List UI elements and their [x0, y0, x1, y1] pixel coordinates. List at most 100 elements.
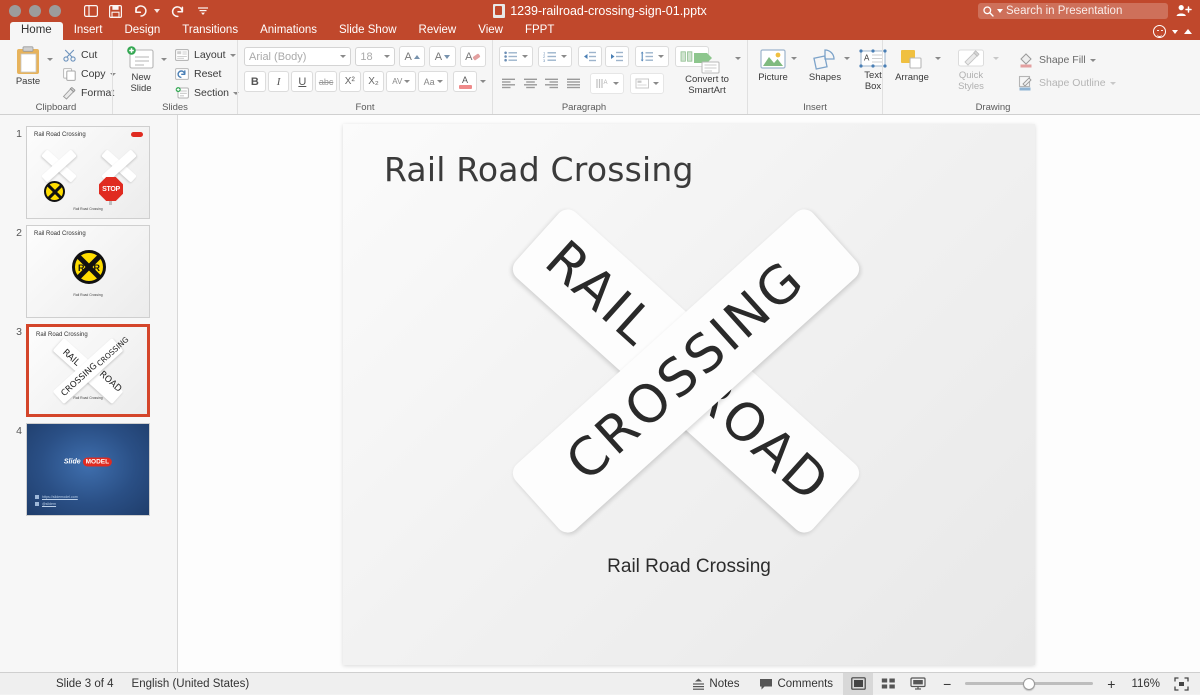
section-button[interactable]: Section [172, 84, 241, 102]
search-scope-dropdown-icon[interactable] [997, 9, 1003, 13]
convert-to-smartart-button[interactable]: Convert to SmartArt [679, 49, 735, 96]
clear-formatting-button[interactable]: A [459, 46, 486, 67]
cut-button[interactable]: Cut [59, 46, 118, 64]
fit-to-window-button[interactable] [1168, 673, 1194, 695]
align-right-button[interactable] [543, 73, 562, 94]
tab-view[interactable]: View [467, 22, 514, 40]
picture-button[interactable]: Picture [754, 47, 792, 83]
text-direction-button[interactable]: A [591, 74, 613, 93]
sidebar-toggle-icon[interactable] [83, 4, 98, 19]
maximize-window-button[interactable] [49, 5, 61, 17]
crossbuck-graphic[interactable]: RAIL ROAD CROSSING [476, 196, 896, 546]
customize-qat-icon[interactable] [195, 4, 210, 19]
quick-styles-button[interactable]: Quick Styles [949, 47, 993, 92]
font-name-dropdown-icon[interactable] [340, 55, 347, 58]
paste-button[interactable]: Paste [6, 45, 50, 87]
view-slideshow-button[interactable] [903, 673, 933, 695]
arrange-dropdown-icon[interactable] [935, 57, 941, 60]
justify-button[interactable] [564, 73, 583, 94]
search-input[interactable]: Search in Presentation [978, 3, 1168, 19]
underline-button[interactable]: U [291, 71, 314, 92]
notes-button[interactable]: Notes [682, 673, 749, 695]
shape-outline-dropdown-icon[interactable] [1109, 81, 1116, 85]
character-spacing-dropdown-icon[interactable] [404, 80, 411, 83]
italic-button[interactable]: I [267, 71, 290, 92]
line-spacing-dropdown-icon[interactable] [658, 55, 664, 58]
format-painter-button[interactable]: Format [59, 84, 118, 102]
tab-home[interactable]: Home [10, 22, 63, 40]
align-text-dropdown-icon[interactable] [653, 82, 659, 85]
tab-review[interactable]: Review [408, 22, 468, 40]
layout-button[interactable]: Layout [172, 46, 241, 64]
font-color-dropdown-icon[interactable] [480, 80, 486, 83]
slide-thumbnail-pane[interactable]: 1 Rail Road Crossing STOP Rail Road Cros… [0, 115, 178, 672]
save-icon[interactable] [108, 4, 123, 19]
tab-animations[interactable]: Animations [249, 22, 328, 40]
align-text-button[interactable] [631, 74, 653, 93]
arrange-button[interactable]: Arrange [889, 47, 935, 83]
slide-title[interactable]: Rail Road Crossing [384, 150, 694, 189]
tab-design[interactable]: Design [113, 22, 171, 40]
undo-icon[interactable] [133, 4, 148, 19]
feedback-dropdown-icon[interactable] [1172, 29, 1178, 34]
thumbnail-slide-4[interactable]: 4 Slide MODEL https://slidemodel.com @sl… [0, 420, 177, 519]
font-name-input[interactable]: Arial (Body) [244, 47, 352, 66]
thumbnail-frame-4[interactable]: Slide MODEL https://slidemodel.com @slid… [26, 423, 150, 516]
undo-dropdown-icon[interactable] [154, 9, 160, 13]
tab-slide-show[interactable]: Slide Show [328, 22, 408, 40]
thumbnail-slide-1[interactable]: 1 Rail Road Crossing STOP Rail Road Cros… [0, 123, 177, 222]
shapes-dropdown-icon[interactable] [844, 57, 850, 60]
feedback-smiley-icon[interactable] [1153, 25, 1166, 38]
font-color-button[interactable]: A [453, 71, 477, 92]
view-slide-sorter-button[interactable] [873, 673, 903, 695]
reset-button[interactable]: Reset [172, 65, 241, 83]
bold-button[interactable]: B [244, 71, 266, 92]
tab-transitions[interactable]: Transitions [171, 22, 249, 40]
tab-insert[interactable]: Insert [63, 22, 114, 40]
bullets-button[interactable] [500, 47, 522, 66]
language-indicator[interactable]: English (United States) [132, 678, 250, 690]
view-normal-button[interactable] [843, 672, 874, 695]
zoom-out-button[interactable]: − [933, 677, 957, 691]
strikethrough-button[interactable]: abc [315, 71, 337, 92]
tab-fppt[interactable]: FPPT [514, 22, 565, 40]
zoom-in-button[interactable]: + [1101, 677, 1123, 691]
zoom-slider-handle[interactable] [1023, 677, 1036, 690]
bullets-dropdown-icon[interactable] [522, 55, 528, 58]
align-left-button[interactable] [499, 73, 518, 94]
close-window-button[interactable] [9, 5, 21, 17]
superscript-button[interactable]: X² [338, 71, 361, 92]
slide-caption[interactable]: Rail Road Crossing [343, 556, 1035, 578]
zoom-slider[interactable] [965, 677, 1094, 690]
picture-dropdown-icon[interactable] [791, 57, 797, 60]
numbering-dropdown-icon[interactable] [561, 55, 567, 58]
redo-icon[interactable] [170, 4, 185, 19]
quick-styles-dropdown-icon[interactable] [993, 57, 999, 60]
subscript-button[interactable]: X₂ [362, 71, 385, 92]
character-spacing-button[interactable]: AV [386, 71, 417, 92]
shape-outline-button[interactable]: Shape Outline [1015, 72, 1118, 94]
change-case-dropdown-icon[interactable] [436, 80, 443, 83]
shapes-button[interactable]: Shapes [805, 47, 845, 83]
window-controls[interactable] [0, 5, 61, 17]
text-direction-dropdown-icon[interactable] [613, 82, 619, 85]
thumbnail-frame-3[interactable]: Rail Road Crossing RAIL CROSSING CROSSIN… [26, 324, 150, 417]
paste-dropdown-icon[interactable] [47, 58, 53, 61]
decrease-indent-button[interactable] [578, 46, 602, 67]
grow-font-button[interactable]: A [398, 46, 426, 67]
font-size-dropdown-icon[interactable] [383, 55, 390, 58]
layout-dropdown-icon[interactable] [229, 53, 236, 57]
thumbnail-frame-2[interactable]: Rail Road Crossing R R Rail Road Crossin… [26, 225, 150, 318]
thumbnail-slide-3[interactable]: 3 Rail Road Crossing RAIL CROSSING CROSS… [0, 321, 177, 420]
new-slide-dropdown-icon[interactable] [161, 58, 167, 61]
thumbnail-slide-2[interactable]: 2 Rail Road Crossing R R Rail Road Cross… [0, 222, 177, 321]
shape-fill-dropdown-icon[interactable] [1089, 58, 1096, 62]
shrink-font-button[interactable]: A [429, 46, 456, 67]
numbering-button[interactable]: 123 [539, 47, 561, 66]
current-slide[interactable]: Rail Road Crossing RAIL ROAD CROSSING Ra… [343, 124, 1035, 665]
slide-editor-pane[interactable]: Rail Road Crossing RAIL ROAD CROSSING Ra… [178, 115, 1200, 672]
minimize-window-button[interactable] [29, 5, 41, 17]
share-icon[interactable] [1176, 4, 1192, 19]
collapse-ribbon-icon[interactable] [1184, 29, 1192, 34]
comments-button[interactable]: Comments [749, 673, 843, 695]
